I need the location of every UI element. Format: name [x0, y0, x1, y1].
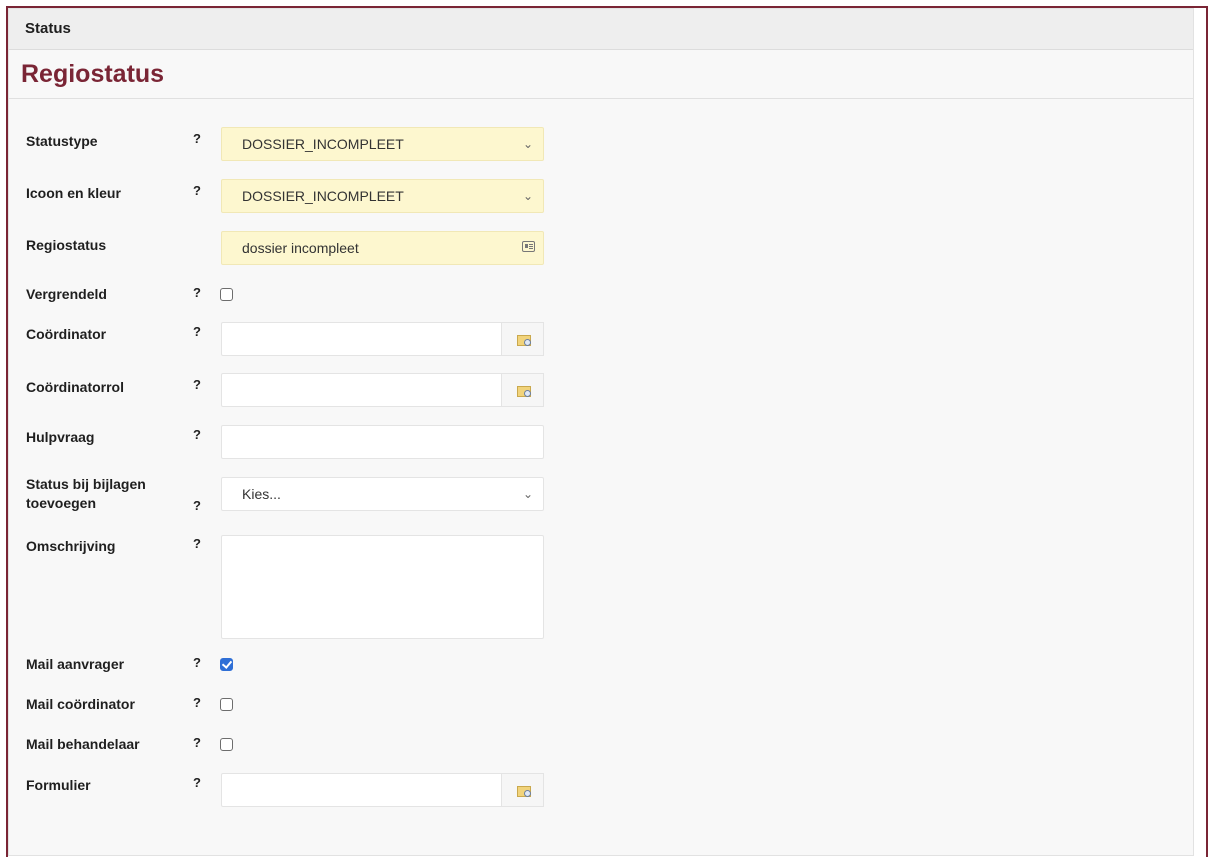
statustype-help-icon[interactable]: ? — [193, 131, 201, 146]
formulier-help-icon[interactable]: ? — [193, 775, 201, 790]
id-card-icon[interactable] — [522, 241, 535, 252]
hulpvraag-help-icon[interactable]: ? — [193, 427, 201, 442]
coordinator-help-icon[interactable]: ? — [193, 324, 201, 339]
regiostatus-input[interactable]: dossier incompleet — [221, 231, 544, 265]
vergrendeld-label: Vergrendeld — [26, 286, 107, 302]
status-bijlagen-help-icon[interactable]: ? — [193, 498, 201, 513]
status-bijlagen-label-line2: toevoegen — [26, 495, 97, 511]
panel-header: Status — [9, 9, 1193, 50]
statustype-label: Statustype — [26, 133, 98, 149]
statustype-value: DOSSIER_INCOMPLEET — [242, 136, 404, 152]
coordinator-lookup-button[interactable] — [502, 322, 544, 356]
chevron-down-icon: ⌄ — [522, 487, 533, 501]
omschrijving-textarea[interactable] — [221, 535, 544, 639]
coordinator-label: Coördinator — [26, 326, 107, 342]
omschrijving-help-icon[interactable]: ? — [193, 536, 201, 551]
mail-coordinator-help-icon[interactable]: ? — [193, 695, 201, 710]
omschrijving-label: Omschrijving — [26, 538, 116, 554]
icoon-value: DOSSIER_INCOMPLEET — [242, 188, 404, 204]
status-panel: Status Regiostatus Statustype ? DOSSIER_… — [8, 8, 1194, 856]
folder-search-icon — [517, 786, 531, 797]
coordinatorrol-input[interactable] — [221, 373, 502, 407]
status-bijlagen-label: Status bij bijlagen toevoegen — [26, 475, 176, 513]
status-bijlagen-select[interactable]: Kies... ⌄ — [221, 477, 544, 511]
vergrendeld-help-icon[interactable]: ? — [193, 285, 201, 300]
coordinatorrol-label: Coördinatorrol — [26, 379, 124, 395]
coordinatorrol-help-icon[interactable]: ? — [193, 377, 201, 392]
folder-search-icon — [517, 335, 531, 346]
chevron-down-icon: ⌄ — [522, 137, 533, 151]
coordinatorrol-lookup-button[interactable] — [502, 373, 544, 407]
mail-aanvrager-help-icon[interactable]: ? — [193, 655, 201, 670]
regiostatus-value: dossier incompleet — [242, 240, 359, 256]
hulpvraag-input[interactable] — [221, 425, 544, 459]
formulier-label: Formulier — [26, 777, 91, 793]
mail-behandelaar-checkbox[interactable] — [220, 738, 233, 751]
folder-search-icon — [517, 386, 531, 397]
icoon-label: Icoon en kleur — [26, 185, 121, 201]
formulier-lookup-button[interactable] — [502, 773, 544, 807]
vergrendeld-checkbox[interactable] — [220, 288, 233, 301]
statustype-select[interactable]: DOSSIER_INCOMPLEET ⌄ — [221, 127, 544, 161]
page-title: Regiostatus — [9, 50, 1193, 99]
mail-coordinator-label: Mail coördinator — [26, 696, 135, 712]
mail-behandelaar-label: Mail behandelaar — [26, 736, 140, 752]
status-bijlagen-value: Kies... — [242, 486, 281, 502]
regiostatus-label: Regiostatus — [26, 237, 107, 253]
status-bijlagen-label-line1: Status bij bijlagen — [26, 476, 146, 492]
formulier-input[interactable] — [221, 773, 502, 807]
chevron-down-icon: ⌄ — [522, 189, 533, 203]
coordinator-input[interactable] — [221, 322, 502, 356]
icoon-select[interactable]: DOSSIER_INCOMPLEET ⌄ — [221, 179, 544, 213]
mail-aanvrager-label: Mail aanvrager — [26, 656, 125, 672]
mail-aanvrager-checkbox[interactable] — [220, 658, 233, 671]
mail-behandelaar-help-icon[interactable]: ? — [193, 735, 201, 750]
hulpvraag-label: Hulpvraag — [26, 429, 95, 445]
icoon-help-icon[interactable]: ? — [193, 183, 201, 198]
mail-coordinator-checkbox[interactable] — [220, 698, 233, 711]
